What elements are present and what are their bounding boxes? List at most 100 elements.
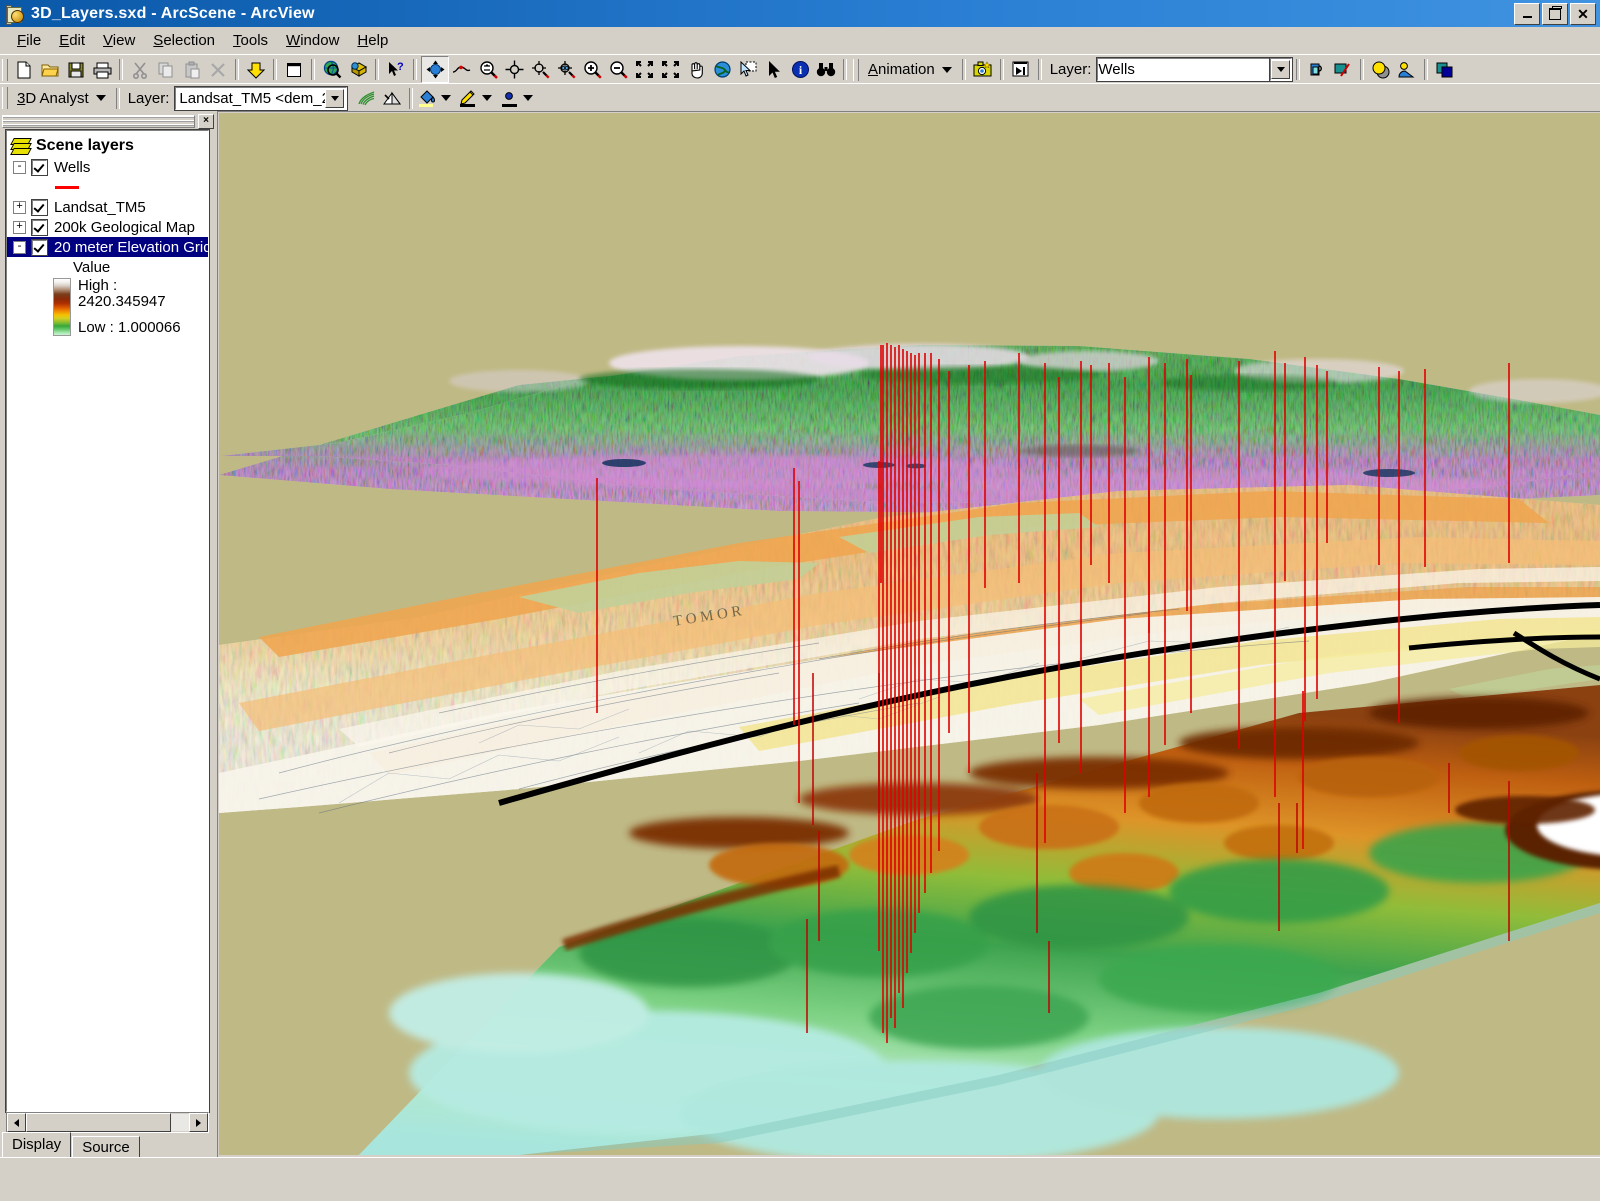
toc-close-icon[interactable]: × (198, 114, 214, 129)
layer-visibility-checkbox[interactable] (32, 160, 47, 175)
layer-offset-icon[interactable] (1432, 57, 1458, 82)
save-icon[interactable] (63, 57, 89, 82)
full-extent-icon[interactable] (657, 57, 683, 82)
layer-visibility-checkbox[interactable] (32, 220, 47, 235)
scene-canvas: T O M O R (219, 113, 1600, 1155)
fly-icon[interactable] (449, 57, 475, 82)
scene-layers-label: Scene layers (36, 137, 134, 155)
expander-collapse-icon[interactable]: - (13, 241, 26, 254)
layer-visibility-checkbox[interactable] (32, 240, 47, 255)
wells-layer-combo[interactable]: Wells (1097, 58, 1271, 81)
select-pointer-icon[interactable] (761, 57, 787, 82)
copy-icon[interactable] (153, 57, 179, 82)
3d-effects-icon[interactable] (1304, 57, 1330, 82)
toc-layer-label: Wells (54, 159, 90, 176)
app-icon (5, 4, 25, 24)
scene-properties-icon[interactable] (345, 57, 371, 82)
analysis-layer-label: Layer: (124, 90, 176, 107)
layer-visibility-checkbox[interactable] (32, 200, 47, 215)
menu-file[interactable]: File (8, 29, 50, 52)
analysis-layer-combo[interactable]: Landsat_TM5 <dem_20m_g (175, 87, 347, 110)
marker-color-button[interactable] (499, 88, 540, 108)
new-document-icon[interactable] (11, 57, 37, 82)
scrollbar-track[interactable] (171, 1114, 189, 1131)
tab-source[interactable]: Source (72, 1136, 140, 1158)
toc-tabs: Display Source (2, 1134, 216, 1158)
toc-drag-grip[interactable] (2, 115, 195, 128)
3d-analyst-menu[interactable]: 3D Analyst (11, 90, 112, 107)
menu-tools[interactable]: Tools (224, 29, 277, 52)
identify-icon[interactable]: i (787, 57, 813, 82)
analysis-layer-dropdown-arrow[interactable] (325, 89, 344, 108)
capture-view-icon[interactable] (970, 57, 996, 82)
paste-icon[interactable] (179, 57, 205, 82)
set-observer-icon[interactable] (553, 57, 579, 82)
menu-help[interactable]: Help (348, 29, 397, 52)
wells-layer-dropdown-arrow[interactable] (1271, 60, 1290, 79)
toc-layer-wells[interactable]: - Wells (7, 157, 208, 177)
expander-expand-icon[interactable]: + (13, 201, 26, 214)
window-controls: ✕ (1514, 3, 1600, 25)
zoom-in-out-icon[interactable] (475, 57, 501, 82)
toc-layer-label: 20 meter Elevation Grid (54, 239, 209, 256)
open-folder-icon[interactable] (37, 57, 63, 82)
print-icon[interactable] (89, 57, 115, 82)
navigate-icon[interactable] (421, 56, 449, 83)
layers-icon (12, 138, 30, 154)
menu-view[interactable]: View (94, 29, 144, 52)
expander-expand-icon[interactable]: + (13, 221, 26, 234)
face-culling-icon[interactable] (1330, 57, 1356, 82)
maximize-restore-button[interactable] (1542, 3, 1568, 25)
legend-field-label: Value (73, 259, 110, 276)
toc-title-bar: × (2, 114, 214, 128)
scroll-right-button[interactable] (189, 1113, 208, 1132)
surface-slope-icon[interactable] (379, 86, 405, 111)
zoom-to-selection-icon[interactable] (631, 57, 657, 82)
center-on-target-icon[interactable] (501, 57, 527, 82)
tab-display[interactable]: Display (2, 1132, 71, 1158)
zoom-out-icon[interactable] (605, 57, 631, 82)
toolbar-grip[interactable] (2, 59, 8, 81)
context-help-icon[interactable]: ? (383, 57, 409, 82)
new-window-icon[interactable] (281, 57, 307, 82)
menu-window[interactable]: Window (277, 29, 348, 52)
search-globe-icon[interactable] (319, 57, 345, 82)
toc-layer-landsat-tm5[interactable]: + Landsat_TM5 (7, 197, 208, 217)
delete-x-icon[interactable] (205, 57, 231, 82)
globe-extent-icon[interactable] (709, 57, 735, 82)
menu-edit[interactable]: Edit (50, 29, 94, 52)
add-data-icon[interactable] (243, 57, 269, 82)
animation-menu[interactable]: Animation (862, 61, 958, 78)
scrollbar-thumb[interactable] (26, 1113, 171, 1132)
legend-field-row: Value (7, 257, 208, 277)
contour-icon[interactable] (353, 86, 379, 111)
find-binoculars-icon[interactable] (813, 57, 839, 82)
window-title: 3D_Layers.sxd - ArcScene - ArcView (31, 5, 315, 23)
cut-scissors-icon[interactable] (127, 57, 153, 82)
lighting-icon[interactable] (1394, 57, 1420, 82)
shading-icon[interactable] (1368, 57, 1394, 82)
standard-toolbar: ? (0, 54, 1600, 84)
play-animation-icon[interactable] (1008, 57, 1034, 82)
3d-analyst-toolbar-grip[interactable] (2, 87, 8, 109)
toc-layer-elevation-grid[interactable]: - 20 meter Elevation Grid (7, 237, 209, 257)
menu-selection[interactable]: Selection (144, 29, 224, 52)
pan-hand-icon[interactable] (683, 57, 709, 82)
scroll-left-button[interactable] (7, 1113, 26, 1132)
zoom-in-icon[interactable] (579, 57, 605, 82)
chevron-down-icon (482, 95, 492, 101)
minimize-button[interactable] (1514, 3, 1540, 25)
analysis-layer-value: Landsat_TM5 <dem_20m_g (176, 90, 325, 107)
toc-layer-geological-map[interactable]: + 200k Geological Map (7, 217, 208, 237)
close-button[interactable]: ✕ (1570, 3, 1596, 25)
expander-collapse-icon[interactable]: - (13, 161, 26, 174)
toc-horizontal-scrollbar[interactable] (6, 1112, 209, 1133)
line-color-button[interactable] (458, 88, 499, 108)
legend-high-label: High : 2420.345947 (78, 278, 208, 310)
3d-scene-view[interactable]: T O M O R (219, 113, 1600, 1155)
animation-toolbar-grip[interactable] (853, 59, 859, 81)
fill-color-button[interactable] (417, 88, 458, 108)
menu-bar: File Edit View Selection Tools Window He… (0, 27, 1600, 54)
select-features-icon[interactable] (735, 57, 761, 82)
zoom-to-target-icon[interactable] (527, 57, 553, 82)
